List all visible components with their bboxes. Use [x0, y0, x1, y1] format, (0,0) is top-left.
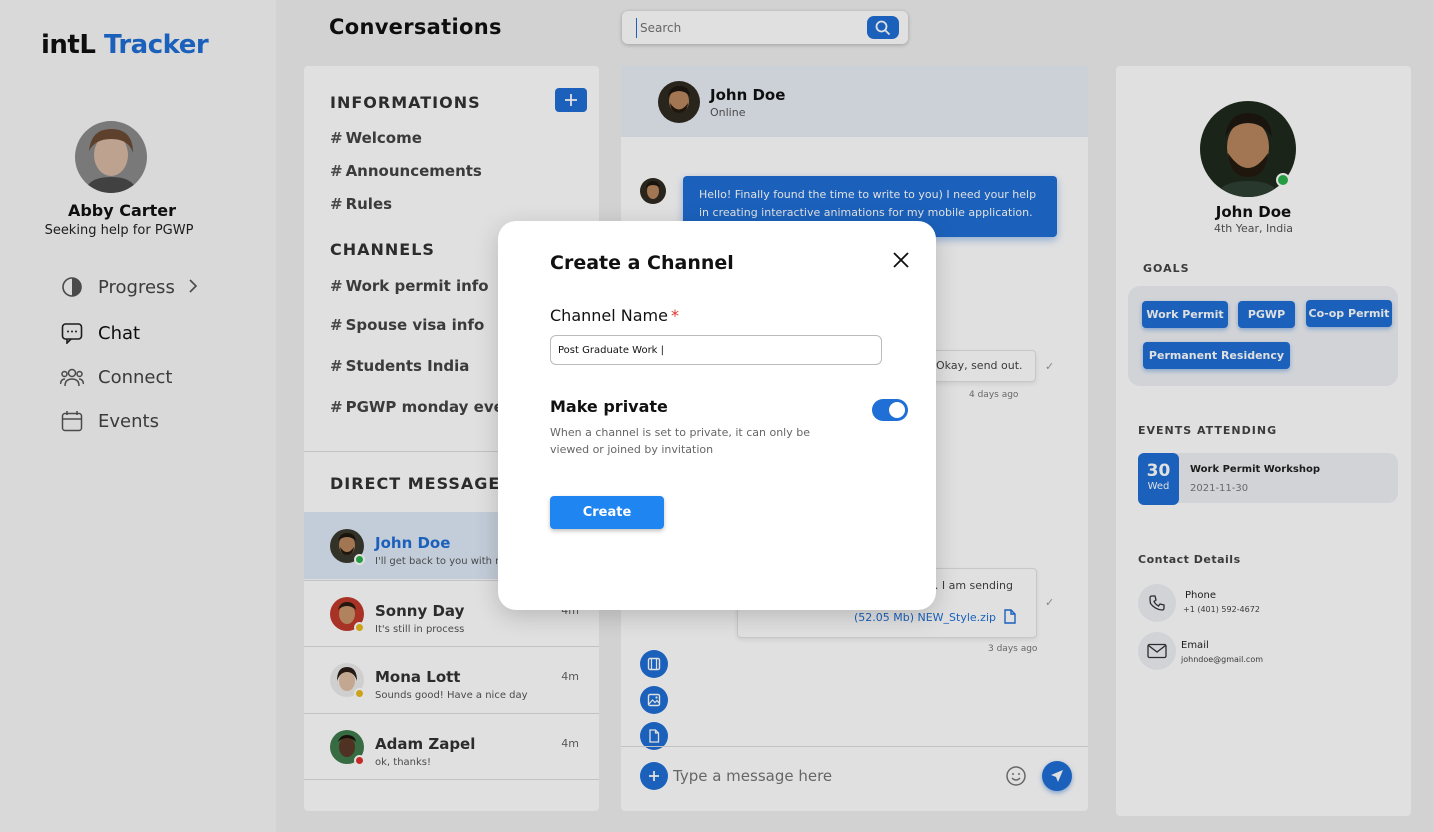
- dialog-title: Create a Channel: [550, 252, 734, 274]
- required-mark: *: [670, 306, 679, 325]
- make-private-description: When a channel is set to private, it can…: [550, 426, 810, 456]
- toggle-knob: [889, 402, 905, 418]
- channel-name-label-text: Channel Name: [550, 306, 668, 325]
- channel-name-input[interactable]: [550, 335, 882, 365]
- make-private-toggle[interactable]: [872, 399, 908, 421]
- create-button[interactable]: Create: [550, 496, 664, 529]
- make-private-title: Make private: [550, 397, 668, 416]
- create-channel-dialog: Create a Channel Channel Name* Make priv…: [498, 221, 936, 610]
- close-button[interactable]: [891, 250, 911, 270]
- close-icon: [893, 252, 909, 268]
- channel-name-label: Channel Name *: [550, 306, 679, 325]
